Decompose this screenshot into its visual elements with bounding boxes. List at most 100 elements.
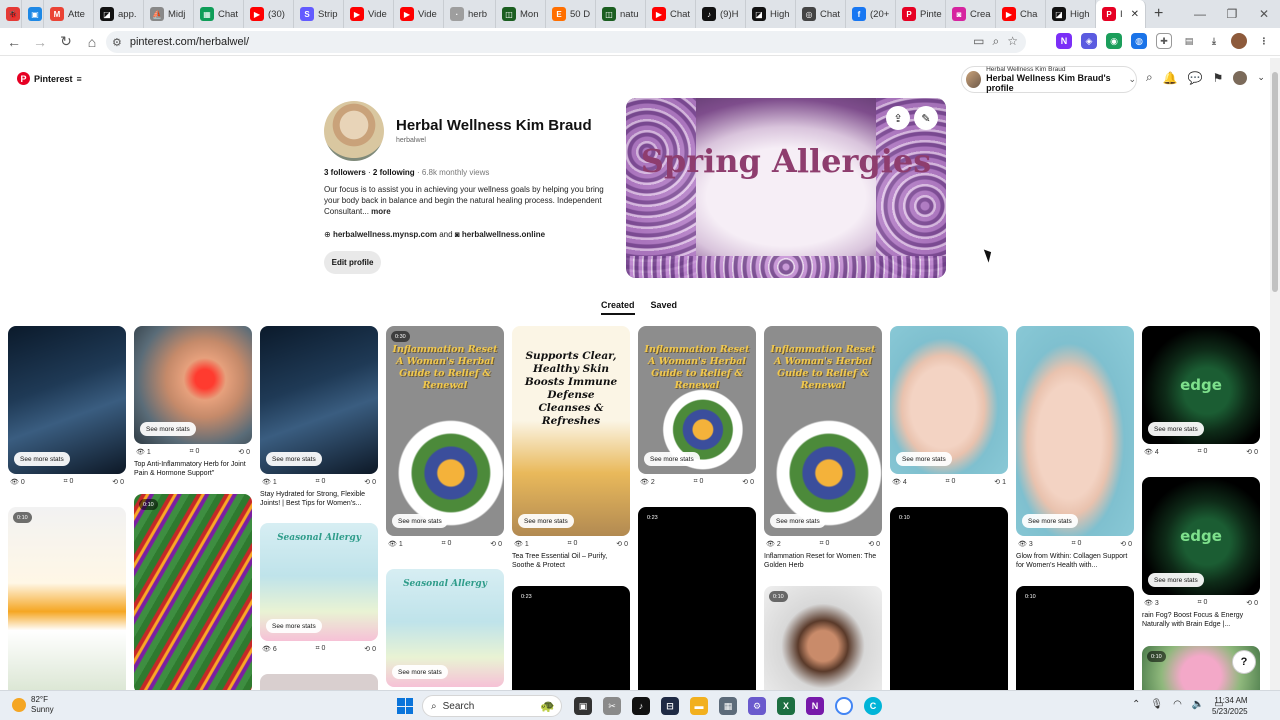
pin-card[interactable]: Supports Clear, Healthy Skin Boosts Immu… <box>512 326 630 570</box>
pin-image[interactable]: Supports Clear, Healthy Skin Boosts Immu… <box>512 326 630 536</box>
pin-card[interactable]: 0:10 <box>8 507 126 697</box>
edit-pencil-icon[interactable]: ✎ <box>914 106 938 130</box>
see-more-stats-button[interactable]: See more stats <box>266 619 322 633</box>
updates-icon[interactable]: ⚑ <box>1213 71 1224 85</box>
pin-title[interactable]: Top Anti-Inflammatory Herb for Joint Pai… <box>134 461 252 478</box>
pin-image[interactable]: 0:10 <box>134 494 252 694</box>
see-more-stats-button[interactable]: See more stats <box>770 514 826 528</box>
taskbar-search[interactable]: ⌕ Search 🐢 <box>422 695 562 717</box>
chrome-icon[interactable] <box>835 697 853 715</box>
browser-tab[interactable]: 🐞 <box>0 0 22 28</box>
browser-tab[interactable]: ◙ Crea <box>946 0 996 28</box>
scrollbar-thumb[interactable] <box>1272 72 1278 292</box>
browser-tab[interactable]: ▦ Chat <box>194 0 244 28</box>
extension-green-icon[interactable]: ◉ <box>1106 33 1122 49</box>
browser-tab[interactable]: ⛵ Midj <box>144 0 194 28</box>
pin-card[interactable]: Inflammation Reset A Woman's Herbal Guid… <box>764 326 882 570</box>
calculator-icon[interactable]: ▦ <box>719 697 737 715</box>
pin-title[interactable]: rain Fog? Boost Focus & Energy Naturally… <box>1142 612 1260 629</box>
pin-title[interactable]: Stay Hydrated for Strong, Flexible Joint… <box>260 491 378 508</box>
pin-card[interactable]: 0:10 <box>134 494 252 694</box>
pin-image[interactable]: See more stats <box>134 326 252 444</box>
browser-tab[interactable]: ▶ Vide <box>394 0 444 28</box>
bio-more-link[interactable]: more <box>371 207 391 216</box>
see-more-stats-button[interactable]: See more stats <box>14 452 70 466</box>
website-link[interactable]: herbalwellness.mynsp.com <box>333 230 437 239</box>
pin-card[interactable]: 0:23 <box>512 586 630 706</box>
home-icon[interactable]: ⌂ <box>80 34 104 50</box>
pin-title[interactable]: Inflammation Reset for Women: The Golden… <box>764 553 882 570</box>
profile-avatar-icon[interactable] <box>1231 33 1247 49</box>
browser-tab[interactable]: ◫ Mon <box>496 0 546 28</box>
pin-image[interactable]: See more stats <box>1016 326 1134 536</box>
tray-chevron-icon[interactable]: ⌃ <box>1132 699 1140 710</box>
browser-tab[interactable]: ▶ Cha <box>996 0 1046 28</box>
pin-title[interactable]: Tea Tree Essential Oil – Purify, Soothe … <box>512 553 630 570</box>
browser-tab[interactable]: ♪ (9)H <box>696 0 746 28</box>
browser-tab[interactable]: M Atte <box>44 0 94 28</box>
see-more-stats-button[interactable]: See more stats <box>896 452 952 466</box>
browser-tab[interactable]: ▶ Chat <box>646 0 696 28</box>
excel-icon[interactable]: X <box>777 697 795 715</box>
download-icon[interactable]: ⤓ <box>1206 33 1222 49</box>
share-icon[interactable]: ⇪ <box>886 106 910 130</box>
pin-card[interactable]: edge See more stats 👁 3 ⌗ 0 ⟲ 0 rain Fog? Boo… <box>1142 477 1260 629</box>
messages-icon[interactable]: 💬 <box>1188 71 1203 85</box>
pin-card[interactable]: Seasonal Allergy See more stats <box>386 569 504 687</box>
pin-image[interactable]: 0:10 <box>1016 586 1134 706</box>
tab-created[interactable]: Created <box>601 300 635 315</box>
browser-tab[interactable]: ◎ Chat <box>796 0 846 28</box>
menu-icon[interactable]: ≡ <box>77 74 82 84</box>
zoom-icon[interactable]: ⌕ <box>993 34 1000 49</box>
pin-card[interactable]: 0:30 Inflammation Reset A Woman's Herbal … <box>386 326 504 548</box>
file-explorer-icon[interactable]: ▬ <box>690 697 708 715</box>
pin-image[interactable]: Inflammation Reset A Woman's Herbal Guid… <box>764 326 882 536</box>
pin-title[interactable]: Glow from Within: Collagen Support for W… <box>1016 553 1134 570</box>
minimize-icon[interactable]: — <box>1184 7 1216 21</box>
see-more-stats-button[interactable]: See more stats <box>1148 573 1204 587</box>
browser-tab[interactable]: ◪ High <box>746 0 796 28</box>
browser-menu-icon[interactable]: ⋮ <box>1256 33 1272 49</box>
browser-tab[interactable]: · herb <box>444 0 496 28</box>
browser-tab[interactable]: ◪ app. <box>94 0 144 28</box>
windows-start-icon[interactable] <box>397 698 413 714</box>
see-more-stats-button[interactable]: See more stats <box>392 514 448 528</box>
pin-image[interactable]: Seasonal Allergy See more stats <box>260 523 378 641</box>
see-more-stats-button[interactable]: See more stats <box>518 514 574 528</box>
pin-card[interactable]: See more stats 👁 0 ⌗ 0 ⟲ 0 <box>8 326 126 486</box>
cast-icon[interactable]: ▭ <box>973 34 984 49</box>
restore-icon[interactable]: ❐ <box>1216 7 1248 21</box>
canva-icon[interactable]: C <box>864 697 882 715</box>
pin-card[interactable]: 0:23 <box>638 507 756 707</box>
account-switcher[interactable]: Herbal Wellness Kim Braud Herbal Wellnes… <box>961 66 1137 93</box>
snipping-tool-icon[interactable]: ✂ <box>603 697 621 715</box>
see-more-stats-button[interactable]: See more stats <box>140 422 196 436</box>
weather-widget[interactable]: 82°F Sunny <box>12 695 54 715</box>
wifi-icon[interactable]: ◠ <box>1173 699 1182 710</box>
extensions-puzzle-icon[interactable]: ✚ <box>1156 33 1172 49</box>
page-scrollbar[interactable] <box>1270 58 1280 690</box>
pin-card[interactable]: Seasonal Allergy See more stats 👁 6 ⌗ 0 ⟲ 0 <box>260 523 378 653</box>
close-window-icon[interactable]: ✕ <box>1248 7 1280 21</box>
site-info-icon[interactable]: ⚙ <box>112 36 122 49</box>
pin-image[interactable]: edge See more stats <box>1142 326 1260 444</box>
browser-tab[interactable]: P I ✕ <box>1096 0 1146 28</box>
new-tab-icon[interactable]: + <box>1146 5 1171 23</box>
browser-tab[interactable]: ◫ natu <box>596 0 646 28</box>
pin-image[interactable]: 0:30 Inflammation Reset A Woman's Herbal … <box>386 326 504 536</box>
see-more-stats-button[interactable]: See more stats <box>392 665 448 679</box>
see-more-stats-button[interactable]: See more stats <box>1022 514 1078 528</box>
volume-icon[interactable]: 🔈 <box>1192 699 1204 710</box>
extension-ai-icon[interactable]: ◈ <box>1081 33 1097 49</box>
browser-tab[interactable]: ▶ Vide <box>344 0 394 28</box>
pin-image[interactable]: Inflammation Reset A Woman's Herbal Guid… <box>638 326 756 474</box>
pin-card[interactable]: 0:10 <box>764 586 882 706</box>
help-icon[interactable]: ? <box>1232 650 1256 674</box>
pin-card[interactable]: See more stats 👁 1 ⌗ 0 ⟲ 0 Stay Hydrated for… <box>260 326 378 508</box>
pin-image[interactable]: 0:10 <box>890 507 1008 707</box>
edit-profile-button[interactable]: Edit profile <box>324 251 381 274</box>
back-icon[interactable]: ← <box>2 34 26 50</box>
pin-image[interactable]: Seasonal Allergy See more stats <box>386 569 504 687</box>
taskbar-clock[interactable]: 11:34 AM 5/23/2025 <box>1212 695 1248 717</box>
pin-image[interactable]: See more stats <box>8 326 126 474</box>
